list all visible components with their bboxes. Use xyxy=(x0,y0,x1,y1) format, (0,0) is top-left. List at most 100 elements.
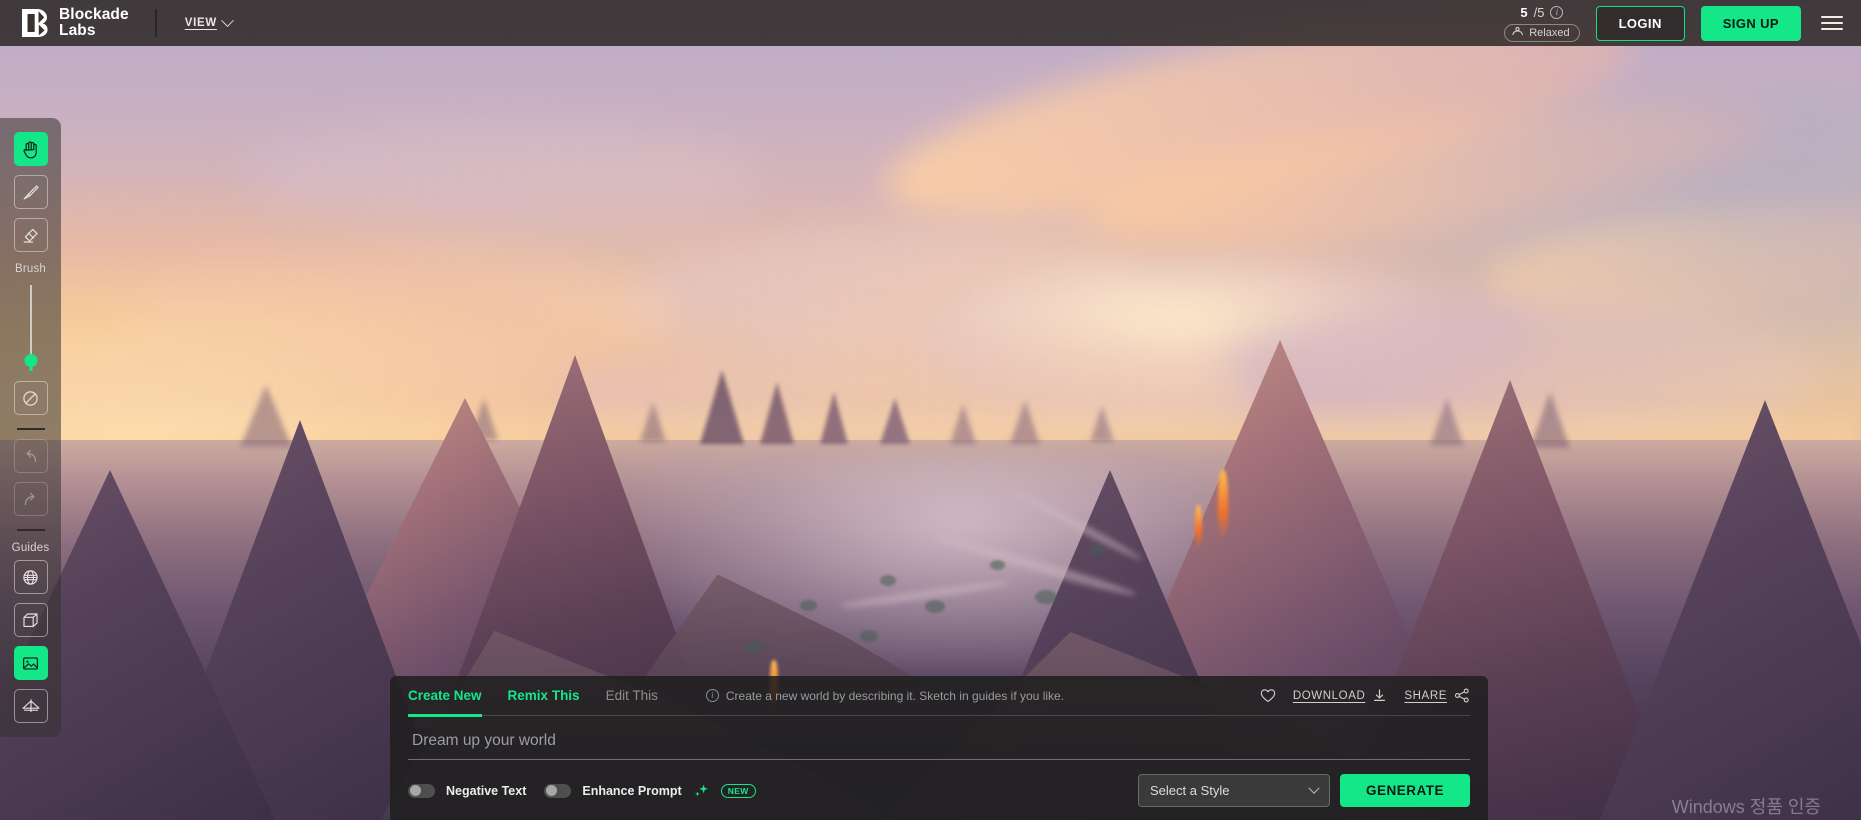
undo-arrow-icon xyxy=(26,449,37,462)
left-toolbar: Brush Guides xyxy=(0,118,61,737)
sparkle-icon xyxy=(694,784,708,796)
mountain-peak xyxy=(950,404,976,444)
brand-line-2: Labs xyxy=(59,22,96,39)
signup-button[interactable]: SIGN UP xyxy=(1700,5,1801,41)
burger-line xyxy=(1821,16,1843,18)
paintbrush-icon xyxy=(23,185,39,199)
chevron-down-icon xyxy=(1308,782,1320,794)
globe-icon xyxy=(23,569,38,585)
vegetation xyxy=(880,575,896,586)
tab-remix-this[interactable]: Remix This xyxy=(508,676,580,716)
negative-text-label: Negative Text xyxy=(446,783,527,798)
brush-tool[interactable] xyxy=(13,175,48,209)
redo-arrow-icon xyxy=(24,492,35,505)
toolbar-divider xyxy=(16,428,45,430)
panel-hint-text: Create a new world by describing it. Ske… xyxy=(725,688,1065,703)
undo-tool[interactable] xyxy=(13,439,48,473)
brand-logo[interactable]: Blockade Labs xyxy=(20,7,129,39)
chevron-down-icon xyxy=(221,13,234,27)
mountain-peak xyxy=(1430,398,1464,446)
mountain-peak xyxy=(880,398,910,444)
pan-hand-tool[interactable] xyxy=(13,132,48,166)
vegetation xyxy=(800,600,817,611)
mountain-peak xyxy=(700,370,744,444)
brush-size-slider[interactable] xyxy=(24,285,37,371)
panel-controls-row: Negative Text Enhance Prompt NEW Select … xyxy=(408,774,1470,807)
mountain-peak xyxy=(240,385,292,447)
burger-line xyxy=(1821,28,1843,30)
mountain-peak xyxy=(1090,406,1114,442)
share-button[interactable]: SHARE xyxy=(1404,688,1470,703)
brand-name: Blockade Labs xyxy=(59,7,129,39)
vegetation xyxy=(990,560,1005,570)
brush-size-label: Brush xyxy=(14,263,47,275)
mountain-peak xyxy=(640,402,666,442)
vegetation xyxy=(1035,590,1057,604)
hamburger-menu-icon[interactable] xyxy=(1821,16,1843,30)
generate-button[interactable]: GENERATE xyxy=(1339,774,1470,807)
info-icon: i xyxy=(705,689,719,702)
guides-label: Guides xyxy=(11,542,50,554)
guide-cube-button[interactable] xyxy=(13,603,48,637)
burger-line xyxy=(1821,22,1843,24)
slider-handle[interactable] xyxy=(24,354,37,367)
panel-action-row: DOWNLOAD SHARE xyxy=(1260,688,1470,703)
tab-create-new-label: Create New xyxy=(408,688,482,703)
top-navigation-bar: Blockade Labs VIEW 5/5 i Relaxed LOGIN S… xyxy=(0,0,1861,46)
sky-blue-patch xyxy=(1301,90,1861,420)
new-badge: NEW xyxy=(720,783,756,798)
login-button[interactable]: LOGIN xyxy=(1595,5,1685,41)
vegetation xyxy=(925,600,945,613)
guide-globe-button[interactable] xyxy=(13,560,48,594)
header-divider xyxy=(154,9,157,37)
download-button[interactable]: DOWNLOAD xyxy=(1293,688,1388,703)
enhance-prompt-toggle[interactable] xyxy=(544,783,572,798)
style-select[interactable]: Select a Style xyxy=(1137,774,1330,807)
lava-streak xyxy=(1195,505,1202,549)
image-icon xyxy=(22,656,39,670)
vegetation xyxy=(745,640,765,653)
mountain-peak xyxy=(760,382,794,444)
queue-mode-label: Relaxed xyxy=(1529,26,1570,39)
redo-tool[interactable] xyxy=(13,482,48,516)
download-icon xyxy=(1374,689,1386,701)
brand-line-1: Blockade xyxy=(59,6,129,24)
favorite-button[interactable] xyxy=(1260,688,1276,703)
tab-edit-this-label: Edit This xyxy=(605,688,658,703)
mountain-peak xyxy=(1010,400,1040,444)
negative-text-group: Negative Text xyxy=(408,783,527,798)
tab-remix-this-label: Remix This xyxy=(507,688,580,703)
credits-total: /5 xyxy=(1533,4,1545,20)
mountain-peak xyxy=(1530,392,1570,448)
prohibit-icon xyxy=(23,390,38,406)
credits-counter: 5/5 i xyxy=(1520,4,1564,20)
prompt-input[interactable] xyxy=(408,730,1470,760)
panel-tab-row: Create New Remix This Edit This i Create… xyxy=(408,676,1470,717)
guide-image-button[interactable] xyxy=(13,646,48,680)
vegetation xyxy=(860,630,878,642)
credits-used: 5 xyxy=(1520,4,1528,20)
download-label: DOWNLOAD xyxy=(1292,689,1366,702)
mountain-peak xyxy=(820,392,848,444)
view-dropdown-label: VIEW xyxy=(184,17,217,29)
style-select-value: Select a Style xyxy=(1149,783,1230,798)
toolbar-divider xyxy=(16,529,45,531)
enhance-prompt-group: Enhance Prompt NEW xyxy=(544,783,756,799)
credits-group: 5/5 i Relaxed xyxy=(1504,4,1580,42)
clear-canvas-tool[interactable] xyxy=(13,381,48,415)
negative-text-toggle[interactable] xyxy=(408,783,435,798)
view-dropdown[interactable]: VIEW xyxy=(184,13,234,29)
cube-icon xyxy=(23,612,38,627)
tab-create-new[interactable]: Create New xyxy=(408,676,482,717)
blockade-labs-logo-icon xyxy=(20,8,48,38)
eraser-tool[interactable] xyxy=(13,218,48,252)
queue-mode-badge[interactable]: Relaxed xyxy=(1504,23,1580,42)
info-icon[interactable]: i xyxy=(1550,5,1564,19)
vegetation xyxy=(1090,545,1104,555)
header-right-cluster: 5/5 i Relaxed LOGIN SIGN UP xyxy=(1504,5,1861,42)
panel-hint: i Create a new world by describing it. S… xyxy=(705,688,1065,703)
enhance-prompt-label: Enhance Prompt xyxy=(582,783,682,798)
guide-depth-button[interactable] xyxy=(13,689,48,723)
eraser-icon xyxy=(23,228,38,243)
queue-icon xyxy=(1512,27,1524,36)
